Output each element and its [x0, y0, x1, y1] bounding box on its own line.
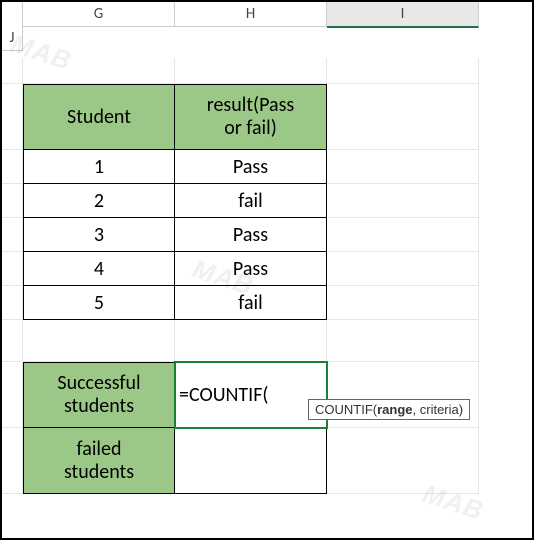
table1-cell-student[interactable]: 1 [23, 150, 175, 184]
empty-cell[interactable] [327, 428, 479, 494]
empty-cell[interactable] [2, 320, 23, 362]
empty-cell[interactable] [2, 84, 23, 150]
table1-cell-result[interactable]: fail [175, 286, 327, 320]
empty-cell[interactable] [327, 218, 479, 252]
table1-cell-result[interactable]: fail [175, 184, 327, 218]
active-cell-formula[interactable]: =COUNTIF( [175, 362, 327, 428]
text: or fail) [224, 117, 277, 140]
empty-cell[interactable] [327, 84, 479, 150]
empty-cell[interactable] [327, 150, 479, 184]
empty-cell[interactable] [23, 320, 175, 362]
text: students [64, 461, 134, 484]
col-header-I[interactable]: I [327, 2, 479, 28]
empty-cell[interactable] [23, 58, 175, 84]
table2-cell-failed-value[interactable] [175, 428, 327, 494]
empty-cell[interactable] [2, 362, 23, 428]
empty-cell[interactable] [175, 58, 327, 84]
table2-label-failed[interactable]: failed students [23, 428, 175, 494]
col-header-H[interactable]: H [175, 2, 327, 27]
table1-cell-student[interactable]: 3 [23, 218, 175, 252]
table2-label-successful[interactable]: Successful students [23, 362, 175, 428]
empty-cell[interactable] [327, 252, 479, 286]
tooltip-range-arg: range [377, 402, 412, 417]
tooltip-rest: , criteria) [413, 402, 464, 417]
formula-tooltip: COUNTIF(range, criteria) [308, 399, 470, 420]
empty-cell[interactable] [2, 218, 23, 252]
tooltip-fn: COUNTIF( [315, 402, 377, 417]
empty-cell[interactable] [2, 58, 23, 84]
table1-header-result[interactable]: result(Pass or fail) [175, 84, 327, 150]
empty-cell[interactable] [327, 58, 479, 84]
empty-cell[interactable] [2, 252, 23, 286]
empty-cell[interactable] [327, 184, 479, 218]
table1-cell-result[interactable]: Pass [175, 218, 327, 252]
empty-cell[interactable] [175, 320, 327, 362]
text: students [64, 395, 134, 418]
text: Successful [57, 372, 140, 395]
empty-cell[interactable] [2, 428, 23, 494]
corner-cell[interactable] [2, 2, 23, 27]
text: failed [77, 438, 122, 461]
text: result(Pass [207, 94, 294, 117]
table1-cell-result[interactable]: Pass [175, 252, 327, 286]
table1-header-student[interactable]: Student [23, 84, 175, 150]
table1-cell-student[interactable]: 5 [23, 286, 175, 320]
table1-cell-student[interactable]: 2 [23, 184, 175, 218]
col-header-G[interactable]: G [23, 2, 175, 27]
empty-cell[interactable] [2, 184, 23, 218]
spreadsheet-view: G H I J Student result(Pass or fail) 1 P… [0, 0, 534, 540]
empty-cell[interactable] [327, 286, 479, 320]
col-header-J[interactable]: J [2, 26, 23, 51]
empty-cell[interactable] [2, 150, 23, 184]
empty-cell[interactable] [2, 286, 23, 320]
table1-cell-student[interactable]: 4 [23, 252, 175, 286]
table1-cell-result[interactable]: Pass [175, 150, 327, 184]
empty-cell[interactable] [327, 320, 479, 362]
